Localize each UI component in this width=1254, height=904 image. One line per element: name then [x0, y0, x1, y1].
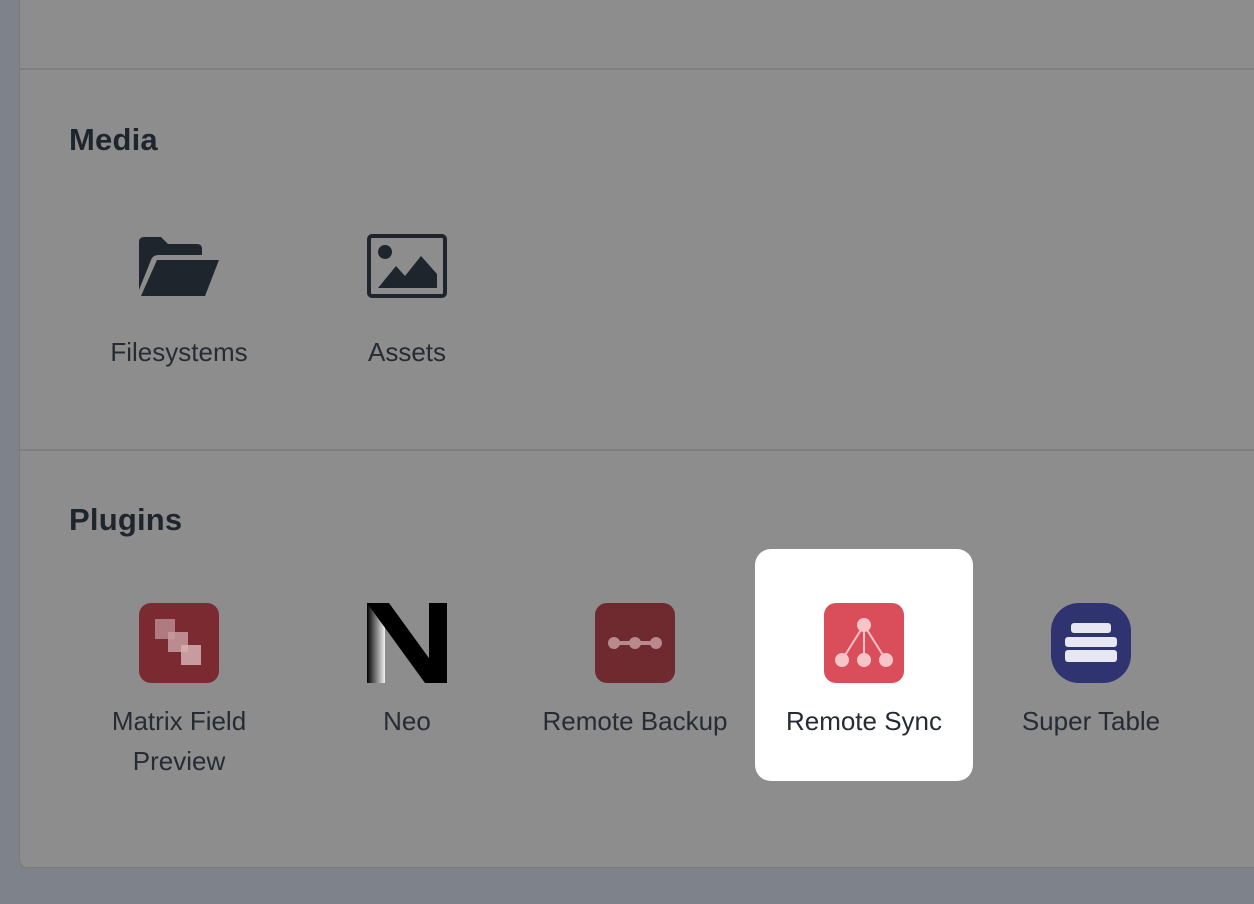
- section-divider: [20, 449, 1254, 451]
- neo-label: Neo: [383, 706, 431, 736]
- assets-label: Assets: [367, 337, 447, 367]
- filesystems-label: Filesystems: [110, 337, 248, 367]
- settings-panel: Media Filesystems Assets Plugins Matrix …: [19, 0, 1254, 868]
- remote-sync-tile[interactable]: Remote Sync: [755, 549, 973, 781]
- matrix-field-preview-label: Matrix Field Preview: [111, 706, 247, 776]
- remote-backup-label: Remote Backup: [542, 706, 728, 736]
- filesystems-tile[interactable]: Filesystems: [70, 180, 288, 412]
- matrix-field-preview-icon: [139, 603, 219, 683]
- super-table-label: Super Table: [1021, 706, 1161, 736]
- remote-backup-icon: [595, 603, 675, 683]
- image-icon: [367, 234, 447, 298]
- section-divider: [20, 68, 1254, 70]
- super-table-icon: [1051, 603, 1131, 683]
- assets-tile[interactable]: Assets: [298, 180, 516, 412]
- folder-open-icon: [139, 237, 219, 296]
- super-table-tile[interactable]: Super Table: [982, 549, 1200, 781]
- matrix-field-preview-tile[interactable]: Matrix Field Preview: [70, 549, 288, 781]
- neo-tile[interactable]: Neo: [298, 549, 516, 781]
- remote-sync-label: Remote Sync: [785, 706, 943, 736]
- neo-logo-icon: [367, 603, 447, 683]
- plugins-section-title: Plugins: [69, 502, 183, 537]
- media-section-title: Media: [69, 122, 158, 157]
- remote-sync-icon: [824, 603, 904, 683]
- remote-backup-tile[interactable]: Remote Backup: [526, 549, 744, 781]
